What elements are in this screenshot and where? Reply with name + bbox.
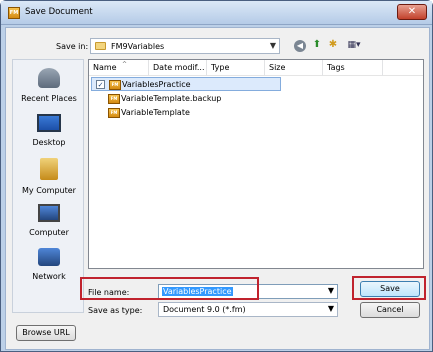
file-name-label: File name: [88,288,130,297]
file-name-input[interactable]: VariablesPractice ▼ [158,284,338,299]
file-row[interactable]: FM VariableTemplate [91,106,291,120]
place-label: Recent Places [21,94,77,103]
chevron-down-icon[interactable]: ▼ [328,286,334,295]
desktop-icon [37,114,61,132]
sort-ascending-icon: ^ [122,61,128,68]
file-name: VariableTemplate [121,108,190,117]
title-bar[interactable]: FM Save Document ✕ [1,1,432,25]
file-name: VariableTemplate.backup [121,94,222,103]
save-button[interactable]: Save [360,281,420,297]
save-as-type-label: Save as type: [88,306,143,315]
checkbox[interactable]: ✓ [96,80,105,89]
place-network[interactable]: Network [13,248,85,281]
file-row[interactable]: ✓ FM VariablesPractice [91,77,281,91]
place-label: My Computer [22,186,76,195]
place-recent-places[interactable]: Recent Places [13,68,85,103]
views-icon[interactable]: ▦▾ [344,38,364,52]
place-desktop[interactable]: Desktop [13,114,85,147]
save-document-dialog: FM Save Document ✕ Save in: FM9Variables… [0,0,433,352]
column-header-tags[interactable]: Tags [323,60,383,76]
filemaker-file-icon: FM [108,108,120,118]
folder-icon [95,42,106,50]
file-row[interactable]: FM VariableTemplate.backup [91,92,291,106]
filemaker-app-icon: FM [8,7,20,19]
cancel-button[interactable]: Cancel [360,302,420,318]
chevron-down-icon[interactable]: ▼ [270,41,276,50]
column-header-name[interactable]: ^ Name [89,60,149,76]
dialog-client-area: Save in: FM9Variables ▼ ◀ ⬆ ✱ ▦▾ Recent … [5,27,430,350]
file-list[interactable]: ^ Name Date modif... Type Size Tags ✓ FM… [88,59,424,269]
up-folder-icon[interactable]: ⬆ [310,38,324,52]
place-label: Desktop [32,138,66,147]
close-button[interactable]: ✕ [397,4,427,20]
places-bar: Recent Places Desktop My Computer Comput… [12,59,84,313]
save-as-type-select[interactable]: Document 9.0 (*.fm) ▼ [158,302,338,317]
column-header-row: ^ Name Date modif... Type Size Tags [89,60,423,76]
save-in-value: FM9Variables [111,42,165,51]
save-in-label: Save in: [56,42,89,51]
column-header-size[interactable]: Size [265,60,323,76]
computer-icon [38,204,60,222]
place-computer[interactable]: Computer [13,204,85,237]
my-computer-icon [40,158,58,180]
recent-places-icon [38,68,60,88]
network-icon [38,248,60,266]
file-name-value: VariablesPractice [162,287,233,296]
new-folder-icon[interactable]: ✱ [326,38,340,52]
place-label: Computer [29,228,69,237]
file-name: VariablesPractice [122,80,191,89]
column-header-type[interactable]: Type [207,60,265,76]
browse-url-button[interactable]: Browse URL [16,325,76,341]
save-in-combo[interactable]: FM9Variables ▼ [90,38,280,54]
filemaker-file-icon: FM [108,94,120,104]
filemaker-file-icon: FM [109,80,121,90]
chevron-down-icon[interactable]: ▼ [328,304,334,313]
place-my-computer[interactable]: My Computer [13,158,85,195]
back-icon[interactable]: ◀ [294,40,306,52]
place-label: Network [32,272,66,281]
column-header-date-modified[interactable]: Date modif... [149,60,207,76]
save-as-type-value: Document 9.0 (*.fm) [163,305,246,314]
dialog-title: Save Document [25,7,93,17]
